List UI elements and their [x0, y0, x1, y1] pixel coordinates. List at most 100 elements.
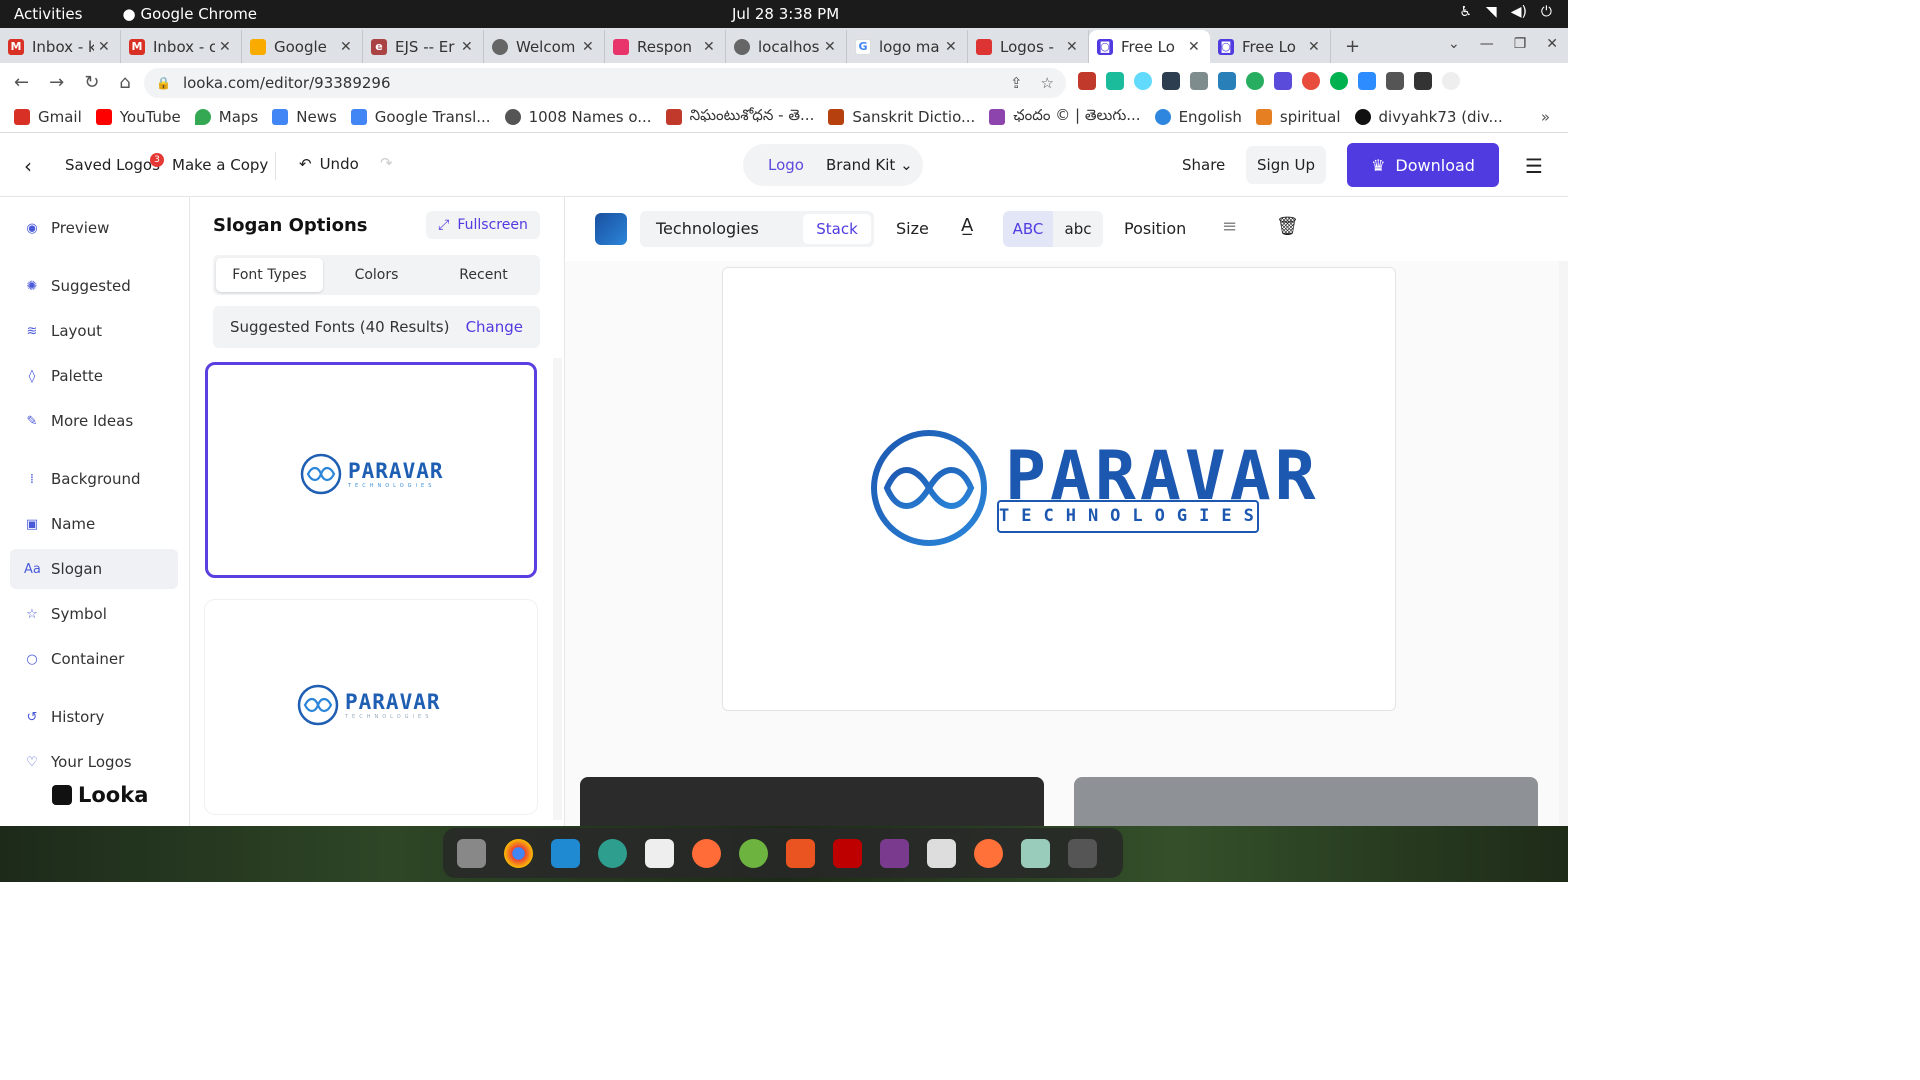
saved-logos-button[interactable]: Saved Logos [65, 156, 160, 174]
sidebar-item-background[interactable]: ⁞ Background [10, 459, 178, 499]
align-icon[interactable]: ≡ [1222, 216, 1237, 237]
hamburger-menu-icon[interactable]: ☰ [1525, 154, 1543, 178]
sidebar-item-container[interactable]: ○ Container [10, 639, 178, 679]
extension-icon[interactable] [1358, 72, 1376, 90]
chrome-icon[interactable] [504, 838, 533, 868]
bookmark-item[interactable]: 1008 Names o... [504, 108, 652, 126]
sidebar-item-name[interactable]: ▣ Name [10, 504, 178, 544]
video-editor-icon[interactable] [880, 838, 909, 868]
sidepanel-icon[interactable] [1414, 72, 1432, 90]
close-icon[interactable]: ✕ [1066, 39, 1080, 55]
home-icon[interactable]: ⌂ [119, 72, 130, 93]
reload-icon[interactable]: ↻ [84, 72, 99, 93]
logo-stage[interactable]: PARAVAR TECHNOLOGIES [722, 267, 1396, 711]
back-arrow-icon[interactable]: ‹ [24, 154, 32, 178]
slogan-text-input[interactable]: Technologies [656, 219, 759, 238]
browser-tab[interactable]: Welcom ✕ [484, 30, 605, 63]
extension-icon[interactable] [1162, 72, 1180, 90]
sidebar-item-your-logos[interactable]: ♡ Your Logos [10, 742, 178, 782]
restore-icon[interactable]: ❐ [1514, 36, 1527, 52]
bookmark-item[interactable]: Gmail [14, 108, 82, 126]
extension-icon[interactable] [1134, 72, 1152, 90]
app-menu[interactable]: ● Google Chrome [122, 5, 257, 23]
url-text[interactable]: looka.com/editor/93389296 [183, 74, 391, 92]
slogan-color-swatch[interactable] [595, 213, 627, 245]
bookmark-item[interactable]: Google Transl... [350, 108, 491, 126]
sidebar-item-palette[interactable]: ◊ Palette [10, 356, 178, 396]
bookmark-star-icon[interactable]: ☆ [1041, 74, 1054, 92]
sidebar-item-symbol[interactable]: ☆ Symbol [10, 594, 178, 634]
tab-colors[interactable]: Colors [323, 258, 430, 292]
inkscape-icon[interactable] [645, 838, 674, 868]
extension-icon[interactable] [1246, 72, 1264, 90]
infinity-circle-icon[interactable] [869, 428, 989, 548]
app-grid-icon[interactable] [1068, 838, 1097, 868]
brand-kit-dropdown[interactable]: Brand Kit ⌄ [826, 156, 913, 174]
new-tab-icon[interactable]: + [1345, 36, 1360, 57]
profile-icon[interactable] [1442, 72, 1460, 90]
logo-slogan-text[interactable]: TECHNOLOGIES [997, 500, 1259, 533]
position-button[interactable]: Position [1124, 219, 1186, 238]
bookmark-item[interactable]: ఛందం © | తెలుగు... [989, 106, 1141, 128]
close-icon[interactable]: ✕ [98, 39, 112, 55]
share-button[interactable]: Share [1182, 156, 1225, 174]
redo-icon[interactable]: ↷ [380, 154, 393, 172]
browser-tab[interactable]: M Inbox - c ✕ [121, 30, 242, 63]
font-option-card[interactable]: PARAVAR TECHNOLOGIES [205, 600, 537, 814]
close-icon[interactable]: ✕ [1308, 39, 1322, 55]
software-center-icon[interactable] [786, 838, 815, 868]
browser-tab[interactable]: Logos - ✕ [968, 30, 1089, 63]
panel-scrollbar[interactable] [553, 358, 562, 820]
browser-tab[interactable]: localhos ✕ [726, 30, 847, 63]
browser-tab[interactable]: M Inbox - k ✕ [0, 30, 121, 63]
sidebar-item-suggested[interactable]: ✺ Suggested [10, 266, 178, 306]
bookmark-item[interactable]: spiritual [1255, 108, 1341, 126]
close-window-icon[interactable]: ✕ [1546, 36, 1558, 52]
text-editor-icon[interactable] [927, 838, 956, 868]
undo-button[interactable]: ↶ Undo [299, 155, 359, 173]
looka-logo[interactable]: Looka [52, 783, 148, 807]
bookmark-item[interactable]: YouTube [95, 108, 181, 126]
clock[interactable]: Jul 28 3:38 PM [732, 5, 839, 23]
sidebar-item-slogan[interactable]: Aa Slogan [10, 549, 178, 589]
bookmark-item[interactable]: Sanskrit Dictio... [828, 108, 975, 126]
extension-icon[interactable] [1330, 72, 1348, 90]
forward-icon[interactable]: → [49, 72, 64, 93]
firefox-icon[interactable] [974, 838, 1003, 868]
kebab-menu-icon[interactable] [1470, 72, 1476, 90]
files-icon[interactable] [457, 838, 486, 868]
close-icon[interactable]: ✕ [945, 39, 959, 55]
extension-icon[interactable] [1218, 72, 1236, 90]
fullscreen-button[interactable]: ⤢ Fullscreen [426, 211, 540, 239]
postman-icon[interactable] [692, 838, 721, 868]
address-bar[interactable]: 🔒 looka.com/editor/93389296 ⇪ ☆ [144, 68, 1066, 98]
close-icon[interactable]: ✕ [1188, 39, 1202, 55]
size-button[interactable]: Size [896, 219, 929, 238]
vscode-icon[interactable] [551, 838, 580, 868]
system-tray[interactable]: ♿ ◥ ◀) ⏻ [1459, 4, 1552, 20]
sidebar-item-layout[interactable]: ≋ Layout [10, 311, 178, 351]
browser-tab[interactable]: e EJS -- Er ✕ [363, 30, 484, 63]
download-button[interactable]: ♛ Download [1347, 143, 1499, 187]
close-icon[interactable]: ✕ [703, 39, 717, 55]
lowercase-button[interactable]: abc [1053, 211, 1103, 247]
sidebar-item-history[interactable]: ↺ History [10, 697, 178, 737]
extension-icon[interactable] [1106, 72, 1124, 90]
extension-icon[interactable] [1190, 72, 1208, 90]
spring-icon[interactable] [739, 838, 768, 868]
sidebar-item-more-ideas[interactable]: ✎ More Ideas [10, 401, 178, 441]
crossover-icon[interactable] [598, 838, 627, 868]
browser-tab[interactable]: ◙ Free Lo ✕ [1210, 30, 1331, 63]
back-icon[interactable]: ← [14, 72, 29, 93]
uppercase-button[interactable]: ABC [1003, 211, 1053, 247]
sign-up-button[interactable]: Sign Up [1246, 146, 1326, 184]
extension-icon[interactable] [1274, 72, 1292, 90]
tab-search-icon[interactable]: ⌄ [1448, 36, 1460, 52]
bookmark-item[interactable]: Engolish [1154, 108, 1242, 126]
sidebar-item-preview[interactable]: ◉ Preview [10, 208, 178, 248]
font-option-card-selected[interactable]: PARAVAR TECHNOLOGIES [205, 362, 537, 578]
browser-tab[interactable]: Respon ✕ [605, 30, 726, 63]
close-icon[interactable]: ✕ [582, 39, 596, 55]
more-bookmarks-icon[interactable]: » [1541, 108, 1550, 126]
bookmark-item[interactable]: divyahk73 (div... [1354, 108, 1503, 126]
